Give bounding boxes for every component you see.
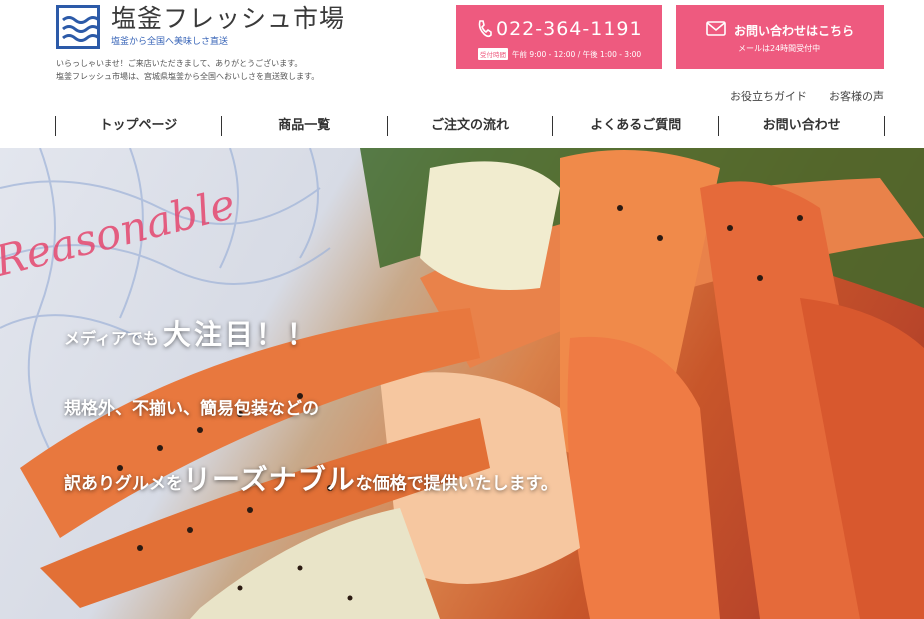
site-tagline: 塩釜から全国へ美味しさ直送 (111, 37, 229, 47)
nav-item-faq[interactable]: よくあるご質問 (552, 116, 718, 136)
sub-links: お役立ちガイド お客様の声 (730, 88, 884, 104)
phone-icon (478, 20, 492, 38)
hours-text: 午前 9:00 - 12:00 / 午後 1:00 - 3:00 (512, 49, 642, 59)
nav-item-contact[interactable]: お問い合わせ (718, 116, 885, 136)
hero-banner: Reasonable メディアでも 大注目！！ 規格外、不揃い、簡易包装などの 訳… (0, 148, 924, 619)
hero-line-3-post: な価格で提供いたします。 (355, 474, 558, 494)
hero-line-2: 規格外、不揃い、簡易包装などの (64, 399, 319, 419)
contact-cta-button[interactable]: お問い合わせはこちら メールは24時間受付中 (676, 5, 884, 69)
hero-line-3-pre: 訳ありグルメを (64, 474, 183, 494)
nav-item-order-flow[interactable]: ご注文の流れ (386, 116, 553, 136)
nav-item-products[interactable]: 商品一覧 (220, 116, 387, 136)
phone-number: 022-364-1191 (496, 18, 643, 40)
hero-line-3-big: リーズナブル (183, 463, 356, 496)
global-nav: トップページ 商品一覧 ご注文の流れ よくあるご質問 お問い合わせ (55, 116, 885, 136)
phone-cta-button[interactable]: 022-364-1191 受付時間 午前 9:00 - 12:00 / 午後 1… (456, 5, 662, 69)
site-title: 塩釜フレッシュ市場 (111, 4, 346, 33)
contact-label: お問い合わせはこちら (734, 24, 855, 38)
site-logo[interactable]: 塩釜フレッシュ市場 塩釜から全国へ美味しさ直送 (56, 4, 346, 49)
hero-line-1: メディアでも 大注目！！ (64, 313, 318, 353)
intro-text: いらっしゃいませ！ご来店いただきまして、ありがとうございます。 塩釜フレッシュ市… (56, 57, 319, 83)
guide-link[interactable]: お役立ちガイド (730, 88, 807, 104)
hero-line-1-big: 大注目！！ (162, 318, 318, 351)
nav-item-top[interactable]: トップページ (55, 116, 221, 136)
waves-logo-icon (56, 5, 100, 49)
hero-line-3: 訳ありグルメをリーズナブルな価格で提供いたします。 (64, 458, 558, 498)
customer-voice-link[interactable]: お客様の声 (829, 88, 884, 104)
contact-sub: メールは24時間受付中 (738, 44, 821, 53)
intro-line: 塩釜フレッシュ市場は、宮城県塩釜から全国へおいしさを直送致します。 (56, 72, 320, 81)
hero-line-1-small: メディアでも (64, 329, 159, 348)
mail-icon (706, 21, 726, 36)
hours-badge: 受付時間 (478, 48, 508, 60)
business-hours: 受付時間 午前 9:00 - 12:00 / 午後 1:00 - 3:00 (478, 48, 641, 60)
intro-line: いらっしゃいませ！ご来店いただきまして、ありがとうございます。 (56, 59, 303, 68)
